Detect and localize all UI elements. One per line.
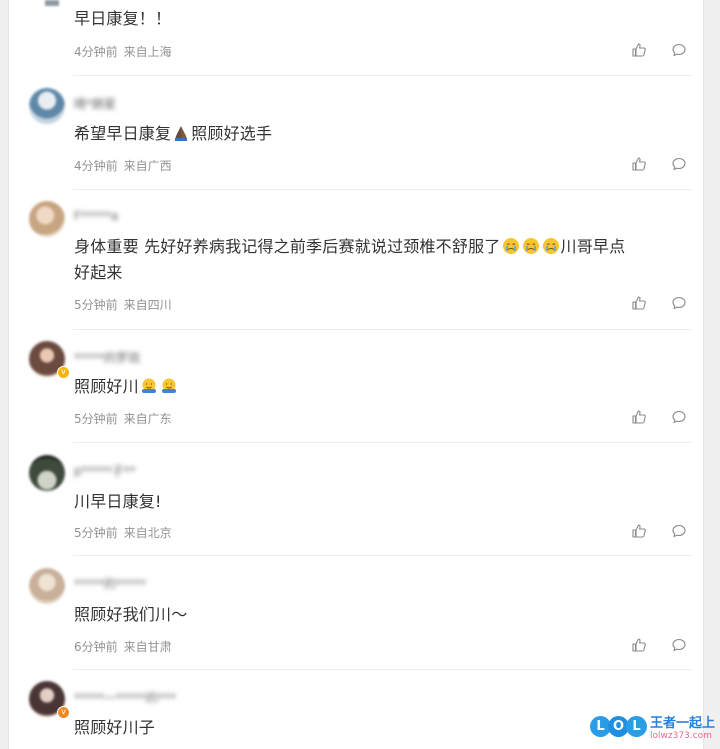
comment-actions [631, 156, 687, 172]
comment-location: 来自甘肃 [123, 640, 172, 654]
comment-actions [631, 295, 687, 311]
username[interactable]: *****的罗琉 [74, 349, 140, 365]
thumbs-up-icon[interactable] [631, 637, 647, 653]
avatar[interactable] [29, 88, 65, 124]
avatar[interactable] [29, 201, 65, 237]
thumbs-up-icon[interactable] [631, 523, 647, 539]
site-watermark-logo: L O L 王者一起上 lolwz373.com [588, 712, 720, 749]
avatar[interactable] [29, 568, 65, 604]
comment-text-part: 好起来 [74, 263, 123, 282]
verified-badge-icon: v [57, 366, 70, 379]
watermark-letter: L [626, 716, 647, 737]
username[interactable]: *****一*****的*** [74, 689, 176, 705]
comment-item: 晴*朗星 希望早日康复 照顾好选手 4分钟前 来自广西 [9, 76, 703, 190]
hug-emoji-icon [141, 378, 156, 393]
comment-bubble-icon[interactable] [671, 42, 687, 58]
comment-location: 来自广西 [123, 159, 172, 173]
avatar[interactable] [29, 455, 65, 491]
comment-actions [631, 637, 687, 653]
comment-bubble-icon[interactable] [671, 295, 687, 311]
comment-item: 早日康复！！ 4分钟前 来自上海 [9, 0, 703, 76]
comment-text: 川早日康复! [74, 492, 162, 511]
comment-meta: 5分钟前 来自广东 [74, 410, 172, 427]
comment-time: 4分钟前 [74, 159, 118, 173]
comment-text-part: 照顾好川 [74, 377, 139, 396]
comment-text-part: 希望早日康复 [74, 124, 172, 143]
comment-actions [631, 409, 687, 425]
comment-text-part: 身体重要 先好好养病我记得之前季后赛就说过颈椎不舒服了 [74, 237, 501, 256]
comment-meta: 5分钟前 来自北京 [74, 524, 172, 541]
comment-meta: 5分钟前 来自四川 [74, 296, 172, 313]
watermark-brand: 王者一起上 [650, 716, 716, 731]
avatar [45, 0, 59, 6]
crying-face-emoji-icon [522, 238, 539, 254]
comment-text: 照顾好川 [74, 374, 694, 400]
comment-bubble-icon[interactable] [671, 637, 687, 653]
comment-bubble-icon[interactable] [671, 409, 687, 425]
comment-bubble-icon[interactable] [671, 523, 687, 539]
comment-actions [631, 523, 687, 539]
comment-time: 5分钟前 [74, 526, 118, 540]
comment-text: 希望早日康复 照顾好选手 [74, 121, 694, 147]
comment-meta: 4分钟前 来自上海 [74, 43, 172, 60]
comment-text-part: 照顾好选手 [191, 124, 273, 143]
username[interactable]: p*****子** [74, 462, 136, 478]
comment-text-part: 川哥早点 [560, 237, 626, 256]
hug-emoji-icon [161, 378, 176, 393]
comment-item: p*****子** 川早日康复! 5分钟前 来自北京 [9, 443, 703, 556]
username[interactable]: F*****a [74, 209, 118, 223]
comment-list: 早日康复！！ 4分钟前 来自上海 晴*朗星 希望早日康复 照顾好选手 4分钟前 来自广… [8, 0, 704, 749]
comment-item: v *****的罗琉 照顾好川 5分钟前 来自广东 [9, 330, 703, 443]
comment-item: F*****a 身体重要 先好好养病我记得之前季后赛就说过颈椎不舒服了 川哥早点好… [9, 190, 703, 330]
comment-actions [631, 42, 687, 58]
thumbs-up-icon[interactable] [631, 156, 647, 172]
comment-location: 来自北京 [123, 526, 172, 540]
comment-location: 来自上海 [123, 45, 172, 59]
comment-time: 4分钟前 [74, 45, 118, 59]
username[interactable]: *****的***** [74, 575, 146, 591]
comment-time: 5分钟前 [74, 298, 118, 312]
verified-badge-icon: v [57, 706, 70, 719]
pray-emoji-icon [175, 126, 188, 141]
thumbs-up-icon[interactable] [631, 42, 647, 58]
comment-meta: 6分钟前 来自甘肃 [74, 638, 172, 655]
comment-text: 早日康复！！ [74, 9, 172, 28]
comment-text: 身体重要 先好好养病我记得之前季后赛就说过颈椎不舒服了 川哥早点好起来 [74, 234, 694, 286]
comment-time: 5分钟前 [74, 412, 118, 426]
thumbs-up-icon[interactable] [631, 295, 647, 311]
comment-time: 6分钟前 [74, 640, 118, 654]
comment-bubble-icon[interactable] [671, 156, 687, 172]
crying-face-emoji-icon [502, 238, 519, 254]
username[interactable]: 晴*朗星 [74, 95, 116, 111]
comment-meta: 4分钟前 来自广西 [74, 157, 172, 174]
thumbs-up-icon[interactable] [631, 409, 647, 425]
comment-location: 来自四川 [123, 298, 172, 312]
watermark-url: lolwz373.com [650, 731, 712, 741]
comment-text: 照顾好我们川～ [74, 605, 188, 624]
comment-item: *****的***** 照顾好我们川～ 6分钟前 来自甘肃 [9, 556, 703, 670]
crying-face-emoji-icon [542, 238, 559, 254]
comment-location: 来自广东 [123, 412, 172, 426]
